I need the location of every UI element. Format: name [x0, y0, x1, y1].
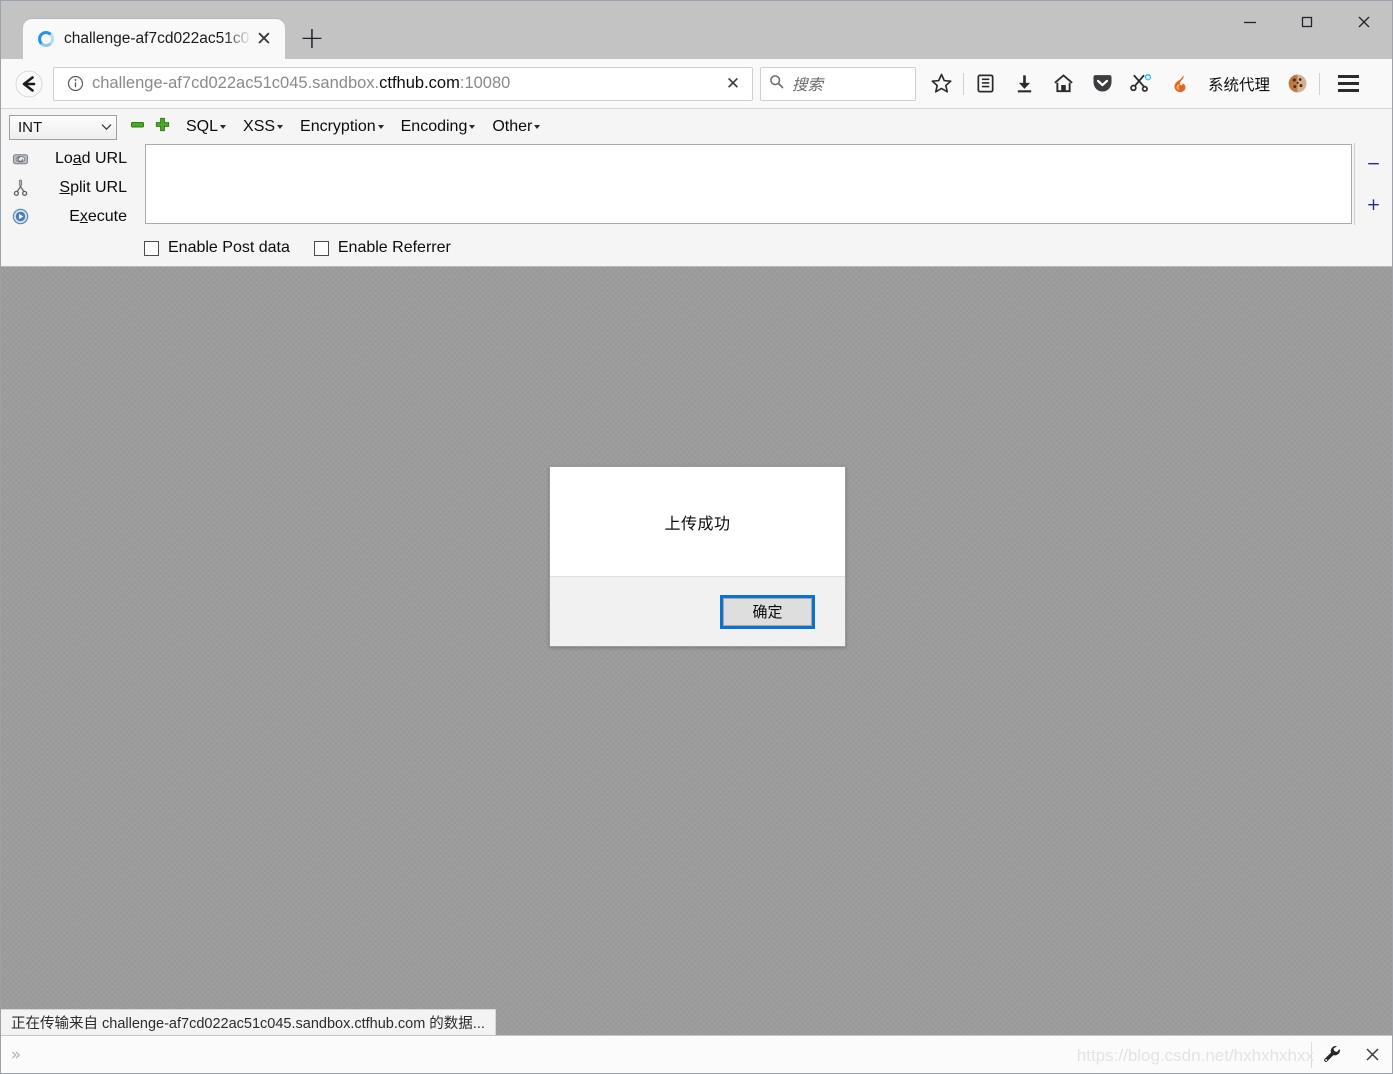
caret-down-icon	[469, 125, 476, 129]
chevron-down-icon	[101, 121, 112, 134]
caret-down-icon	[277, 125, 284, 129]
shrink-button[interactable]: −	[1366, 154, 1380, 174]
toolbar-divider-2	[1319, 72, 1321, 95]
hackbar-menu-xss-label: XSS	[243, 118, 276, 135]
back-button[interactable]	[11, 66, 47, 102]
hackbar-menu-other-label: Other	[492, 118, 533, 135]
hackbar-menu-encryption-label: Encryption	[300, 118, 376, 135]
enable-referrer-label: Enable Referrer	[337, 239, 451, 256]
dialog-ok-button[interactable]: 确定	[720, 594, 815, 629]
dialog-body: 上传成功	[550, 467, 845, 577]
search-icon	[769, 74, 784, 94]
maximize-button[interactable]	[1278, 1, 1335, 43]
page-content: 上传成功 确定 正在传输来自 challenge-af7cd022ac51c04…	[1, 267, 1392, 1035]
menu-bar-1	[1337, 75, 1359, 78]
window-controls	[1221, 1, 1392, 43]
url-host: ctfhub.com	[379, 74, 460, 92]
caret-down-icon	[377, 125, 384, 129]
close-icon[interactable]: ✕	[251, 26, 277, 52]
proxy-mode-label[interactable]: 系统代理	[1200, 73, 1278, 95]
grow-button[interactable]: +	[1366, 195, 1380, 215]
library-icon[interactable]	[966, 65, 1005, 103]
home-icon[interactable]	[1044, 65, 1083, 103]
hackbar-action-list: Load URL Split URL Execute	[9, 142, 137, 231]
menu-bar-3	[1337, 89, 1359, 92]
proxy-switchyomega-icon[interactable]	[1122, 65, 1161, 103]
close-button[interactable]	[1335, 1, 1392, 43]
search-bar[interactable]: 搜索	[760, 66, 916, 101]
close-devtools-icon[interactable]	[1352, 1036, 1392, 1074]
minimize-button[interactable]	[1221, 1, 1278, 43]
pocket-icon[interactable]	[1083, 65, 1122, 103]
hackbar-size-controls: − +	[1354, 143, 1392, 225]
hackbar-menubar: SQL XSS Encryption Encoding Other	[186, 118, 541, 136]
execute-icon	[9, 208, 31, 225]
checkbox-box[interactable]	[313, 240, 329, 256]
hackbar-type-select[interactable]: INT	[9, 114, 117, 140]
downloads-icon[interactable]	[1005, 65, 1044, 103]
address-bar[interactable]: challenge-af7cd022ac51c045.sandbox.ctfhu…	[53, 66, 753, 101]
new-tab-button[interactable]: +	[292, 19, 332, 59]
hackbar-url-textarea[interactable]	[145, 144, 1352, 224]
loading-spinner-icon	[37, 30, 55, 48]
watermark: https://blog.csdn.net/hxhxhxhxx	[1076, 1046, 1314, 1065]
load-url-icon	[9, 151, 31, 167]
toolbar-icons: 系统代理	[922, 65, 1368, 103]
toolbar-divider	[963, 72, 964, 95]
caret-down-icon	[534, 125, 541, 129]
bookmark-star-icon[interactable]	[922, 65, 961, 103]
load-url-label: Load URL	[54, 149, 127, 167]
cookie-icon[interactable]	[1278, 65, 1317, 103]
enable-referrer-checkbox[interactable]: Enable Referrer	[313, 239, 451, 257]
execute-label: Execute	[69, 207, 127, 225]
browser-tab[interactable]: challenge-af7cd022ac51c045.sandbox.ctfhu…	[23, 19, 285, 59]
hackbar-checkbox-row: Enable Post data Enable Referrer	[1, 231, 1392, 263]
hackbar-main-row: Load URL Split URL Execute − +	[1, 142, 1392, 231]
stop-loading-icon[interactable]: ✕	[718, 69, 748, 99]
split-url-icon	[9, 179, 31, 196]
hackbar-menu-sql-label: SQL	[186, 118, 219, 135]
hackbar-menu-encoding-label: Encoding	[400, 118, 468, 135]
enable-post-data-label: Enable Post data	[168, 239, 290, 256]
split-url-label: Split URL	[59, 178, 127, 196]
url-port: :10080	[459, 74, 511, 92]
bottom-toolbar-right	[1311, 1036, 1392, 1074]
browser-window: challenge-af7cd022ac51c045.sandbox.ctfhu…	[0, 0, 1393, 1074]
url-text[interactable]: challenge-af7cd022ac51c045.sandbox.ctfhu…	[86, 74, 718, 93]
hackbar-panel: INT SQL XSS Encryption Encoding Other Lo…	[1, 109, 1392, 267]
hackbar-menu-encoding[interactable]: Encoding	[401, 118, 476, 136]
checkbox-box[interactable]	[144, 240, 159, 256]
dialog-footer: 确定	[550, 577, 845, 646]
enable-post-data-checkbox[interactable]: Enable Post data	[144, 239, 290, 257]
caret-down-icon	[220, 125, 227, 129]
bottom-toolbar: » https://blog.csdn.net/hxhxhxhxx	[1, 1035, 1392, 1073]
dialog-message: 上传成功	[664, 515, 731, 533]
remove-row-icon[interactable]	[130, 117, 145, 137]
hackbar-type-value: INT	[18, 118, 43, 136]
hackbar-top-row: INT SQL XSS Encryption Encoding Other	[1, 109, 1392, 142]
execute-button[interactable]: Execute	[9, 202, 137, 231]
load-url-button[interactable]: Load URL	[9, 144, 137, 173]
app-menu-button[interactable]	[1328, 65, 1368, 103]
hackbar-menu-xss[interactable]: XSS	[243, 118, 284, 136]
navigation-toolbar: challenge-af7cd022ac51c045.sandbox.ctfhu…	[1, 59, 1392, 109]
upload-result-dialog: 上传成功 确定	[549, 466, 846, 647]
info-icon[interactable]	[64, 73, 86, 95]
split-url-button[interactable]: Split URL	[9, 173, 137, 202]
status-bar: 正在传输来自 challenge-af7cd022ac51c045.sandbo…	[1, 1009, 496, 1035]
overflow-chevron-icon[interactable]: »	[1, 1036, 31, 1074]
hackbar-menu-other[interactable]: Other	[492, 118, 541, 136]
devtools-wrench-icon[interactable]	[1312, 1036, 1352, 1074]
hackbar-flame-icon[interactable]	[1161, 65, 1200, 103]
hackbar-row-controls	[130, 117, 170, 137]
hackbar-menu-sql[interactable]: SQL	[186, 118, 227, 136]
url-prefix: challenge-af7cd022ac51c045.sandbox.	[92, 74, 380, 92]
search-input[interactable]: 搜索	[792, 73, 823, 95]
hackbar-menu-encryption[interactable]: Encryption	[300, 118, 384, 136]
tab-title: challenge-af7cd022ac51c045.sandbox.ctfhu…	[64, 30, 251, 47]
add-row-icon[interactable]	[155, 117, 170, 137]
tab-strip: challenge-af7cd022ac51c045.sandbox.ctfhu…	[1, 1, 1392, 59]
menu-bar-2	[1337, 82, 1359, 85]
